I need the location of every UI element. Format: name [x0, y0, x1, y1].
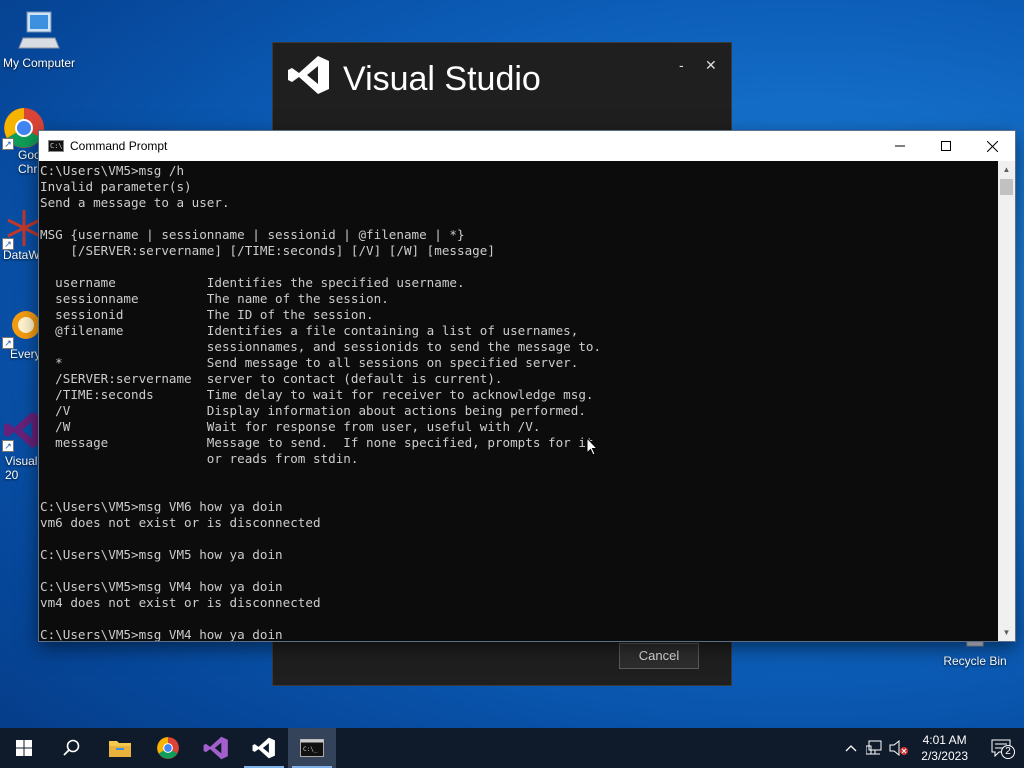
console-line: @filename Identifies a file containing a… — [40, 323, 579, 338]
network-icon — [866, 740, 882, 755]
console-line: vm6 does not exist or is disconnected — [40, 515, 321, 530]
search-icon — [63, 739, 80, 756]
volume-muted-icon — [889, 740, 909, 756]
show-hidden-icons-button[interactable] — [839, 728, 863, 768]
console-line: sessionname The name of the session. — [40, 291, 389, 306]
console-line: /TIME:seconds Time delay to wait for rec… — [40, 387, 594, 402]
vs-brand-text: Visual Studio — [343, 60, 541, 98]
vs-minimize-button[interactable]: - — [679, 57, 684, 73]
vs-close-button[interactable]: ✕ — [705, 57, 717, 74]
console-line: Invalid parameter(s) — [40, 179, 192, 194]
console-line: or reads from stdin. — [40, 451, 359, 466]
console-line: * Send message to all sessions on specif… — [40, 355, 579, 370]
console-line: vm4 does not exist or is disconnected — [40, 595, 321, 610]
clock-date: 2/3/2023 — [921, 749, 968, 763]
console-line: message Message to send. If none specifi… — [40, 435, 594, 450]
taskbar-visual-studio-2019[interactable] — [192, 728, 240, 768]
console-line: C:\Users\VM5>msg /h — [40, 163, 185, 178]
window-title: Command Prompt — [70, 139, 168, 153]
cmd-titlebar[interactable]: C:\ Command Prompt — [39, 131, 1015, 161]
cmd-app-icon: C:\ — [48, 140, 64, 152]
command-prompt-window: C:\ Command Prompt C:\Users\VM5>msg /h I… — [38, 130, 1016, 642]
console-line: [/SERVER:servername] [/TIME:seconds] [/V… — [40, 243, 495, 258]
shortcut-arrow-icon: ↗ — [2, 440, 14, 452]
console-line: /V Display information about actions bei… — [40, 403, 586, 418]
clock-time: 4:01 AM — [922, 733, 967, 747]
taskbar-file-explorer[interactable] — [96, 728, 144, 768]
desktop-icon-label: Recycle Bin — [943, 654, 1007, 668]
maximize-button[interactable] — [923, 131, 969, 161]
notification-count-badge: 2 — [1001, 745, 1015, 759]
chrome-icon — [157, 737, 179, 759]
taskbar-visual-studio[interactable] — [240, 728, 288, 768]
visual-studio-purple-icon — [203, 736, 228, 760]
console-line: sessionnames, and sessionids to send the… — [40, 339, 602, 354]
shortcut-arrow-icon: ↗ — [2, 337, 14, 349]
action-center-button[interactable]: 2 — [978, 728, 1024, 768]
vs-brand: Visual Studio — [287, 53, 541, 106]
console-line: sessionid The ID of the session. — [40, 307, 374, 322]
console-line: username Identifies the specified userna… — [40, 275, 465, 290]
console-line: C:\Users\VM5>msg VM6 how ya doin — [40, 499, 283, 514]
mouse-pointer-icon — [586, 437, 598, 456]
windows-logo-icon — [16, 740, 32, 756]
search-button[interactable] — [48, 728, 96, 768]
vertical-scrollbar[interactable]: ▲ ▼ — [998, 161, 1015, 641]
scroll-down-arrow-icon[interactable]: ▼ — [998, 624, 1015, 641]
computer-icon — [17, 8, 61, 52]
cmd-icon: C:\_ — [300, 739, 324, 757]
start-button[interactable] — [0, 728, 48, 768]
vs-cancel-button[interactable]: Cancel — [619, 643, 699, 669]
taskbar-command-prompt[interactable]: C:\_ — [288, 728, 336, 768]
taskbar-clock[interactable]: 4:01 AM 2/3/2023 — [921, 732, 968, 764]
shortcut-arrow-icon: ↗ — [2, 138, 14, 150]
system-tray: 4:01 AM 2/3/2023 2 — [839, 728, 1024, 768]
chevron-up-icon — [845, 745, 857, 752]
close-button[interactable] — [969, 131, 1015, 161]
svg-text:C:\_: C:\_ — [303, 746, 318, 753]
console-line: C:\Users\VM5>msg VM4 how ya doin — [40, 579, 283, 594]
close-icon — [986, 140, 998, 152]
console-line: Send a message to a user. — [40, 195, 230, 210]
console-line: C:\Users\VM5>msg VM5 how ya doin — [40, 547, 283, 562]
console-output[interactable]: C:\Users\VM5>msg /h Invalid parameter(s)… — [39, 161, 1000, 641]
console-line: /W Wait for response from user, useful w… — [40, 419, 541, 434]
minimize-icon — [895, 145, 905, 147]
scrollbar-thumb[interactable] — [1000, 179, 1013, 195]
console-line: /SERVER:servername server to contact (de… — [40, 371, 503, 386]
desktop-icon-my-computer[interactable]: My Computer — [1, 8, 77, 70]
taskbar-chrome[interactable] — [144, 728, 192, 768]
minimize-button[interactable] — [877, 131, 923, 161]
console-line: C:\Users\VM5>msg VM4 how ya doin — [40, 627, 283, 641]
visual-studio-logo-icon — [287, 53, 331, 106]
desktop-icon-label: My Computer — [2, 56, 76, 70]
maximize-icon — [941, 141, 951, 151]
console-line: MSG {username | sessionname | sessionid … — [40, 227, 465, 242]
visual-studio-icon — [252, 737, 275, 759]
taskbar: C:\_ 4:01 AM 2/3/2023 2 — [0, 728, 1024, 768]
shortcut-arrow-icon: ↗ — [2, 238, 14, 250]
scroll-up-arrow-icon[interactable]: ▲ — [998, 161, 1015, 178]
network-button[interactable] — [863, 728, 887, 768]
desktop-icon-label: Goo Chr — [18, 148, 41, 176]
volume-button[interactable] — [887, 728, 911, 768]
folder-icon — [109, 741, 131, 757]
